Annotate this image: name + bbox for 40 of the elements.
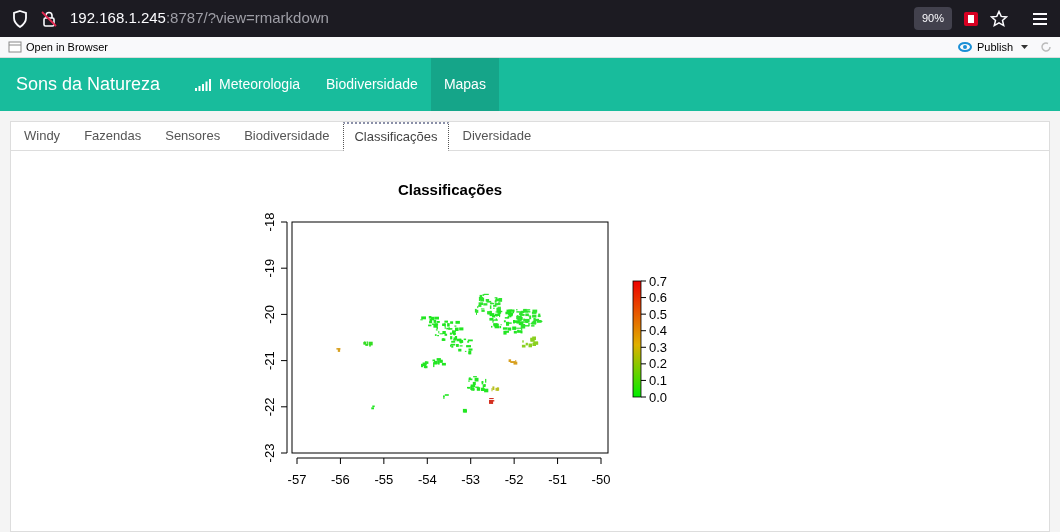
signal-bars-icon (195, 78, 212, 91)
url-field[interactable]: 192.168.1.245:8787/?view=rmarkdown (70, 7, 902, 30)
y-tick-label: -18 (262, 212, 277, 232)
legend-tick-label: 0.1 (649, 372, 668, 388)
x-tick-label: -56 (331, 472, 350, 487)
publish-button[interactable]: Publish (976, 38, 1013, 56)
legend-tick-label: 0.0 (649, 389, 668, 405)
x-tick-label: -57 (287, 472, 307, 487)
x-tick-label: -51 (548, 472, 567, 487)
legend-tick-label: 0.7 (649, 273, 668, 289)
zoom-badge[interactable]: 90% (913, 7, 952, 30)
x-tick-label: -54 (417, 472, 437, 487)
legend-tick-label: 0.6 (649, 290, 668, 306)
x-tick-label: -52 (504, 472, 524, 487)
tab[interactable]: Biodiversidade (234, 122, 340, 150)
legend-tick-label: 0.2 (649, 356, 668, 372)
tab[interactable]: Classificações (343, 122, 449, 151)
tab[interactable]: Sensores (155, 122, 231, 150)
open-in-browser-link[interactable]: Open in Browser (26, 38, 108, 56)
y-tick-label: -22 (262, 397, 277, 417)
tab[interactable]: Fazendas (74, 122, 152, 150)
caret-icon[interactable] (1021, 44, 1028, 50)
star-icon[interactable] (990, 9, 1008, 28)
tab[interactable]: Diversidade (452, 122, 542, 150)
y-tick-label: -19 (262, 258, 277, 278)
legend-tick-label: 0.3 (649, 339, 668, 355)
y-tick-label: -20 (262, 305, 277, 324)
shield-icon[interactable] (12, 9, 28, 28)
lock-slash-icon[interactable] (40, 9, 58, 28)
x-tick-label: -55 (374, 472, 394, 487)
legend-tick-label: 0.4 (649, 323, 668, 339)
legend-tick-label: 0.5 (649, 306, 668, 322)
plot-title: Classificações (397, 181, 503, 198)
y-tick-label: -23 (262, 443, 277, 463)
menu-icon[interactable] (1032, 11, 1048, 26)
extension-icon[interactable] (964, 11, 978, 26)
y-tick-label: -21 (262, 351, 277, 370)
x-tick-label: -50 (591, 472, 611, 487)
tab[interactable]: Windy (14, 122, 71, 150)
x-tick-label: -53 (461, 472, 481, 487)
